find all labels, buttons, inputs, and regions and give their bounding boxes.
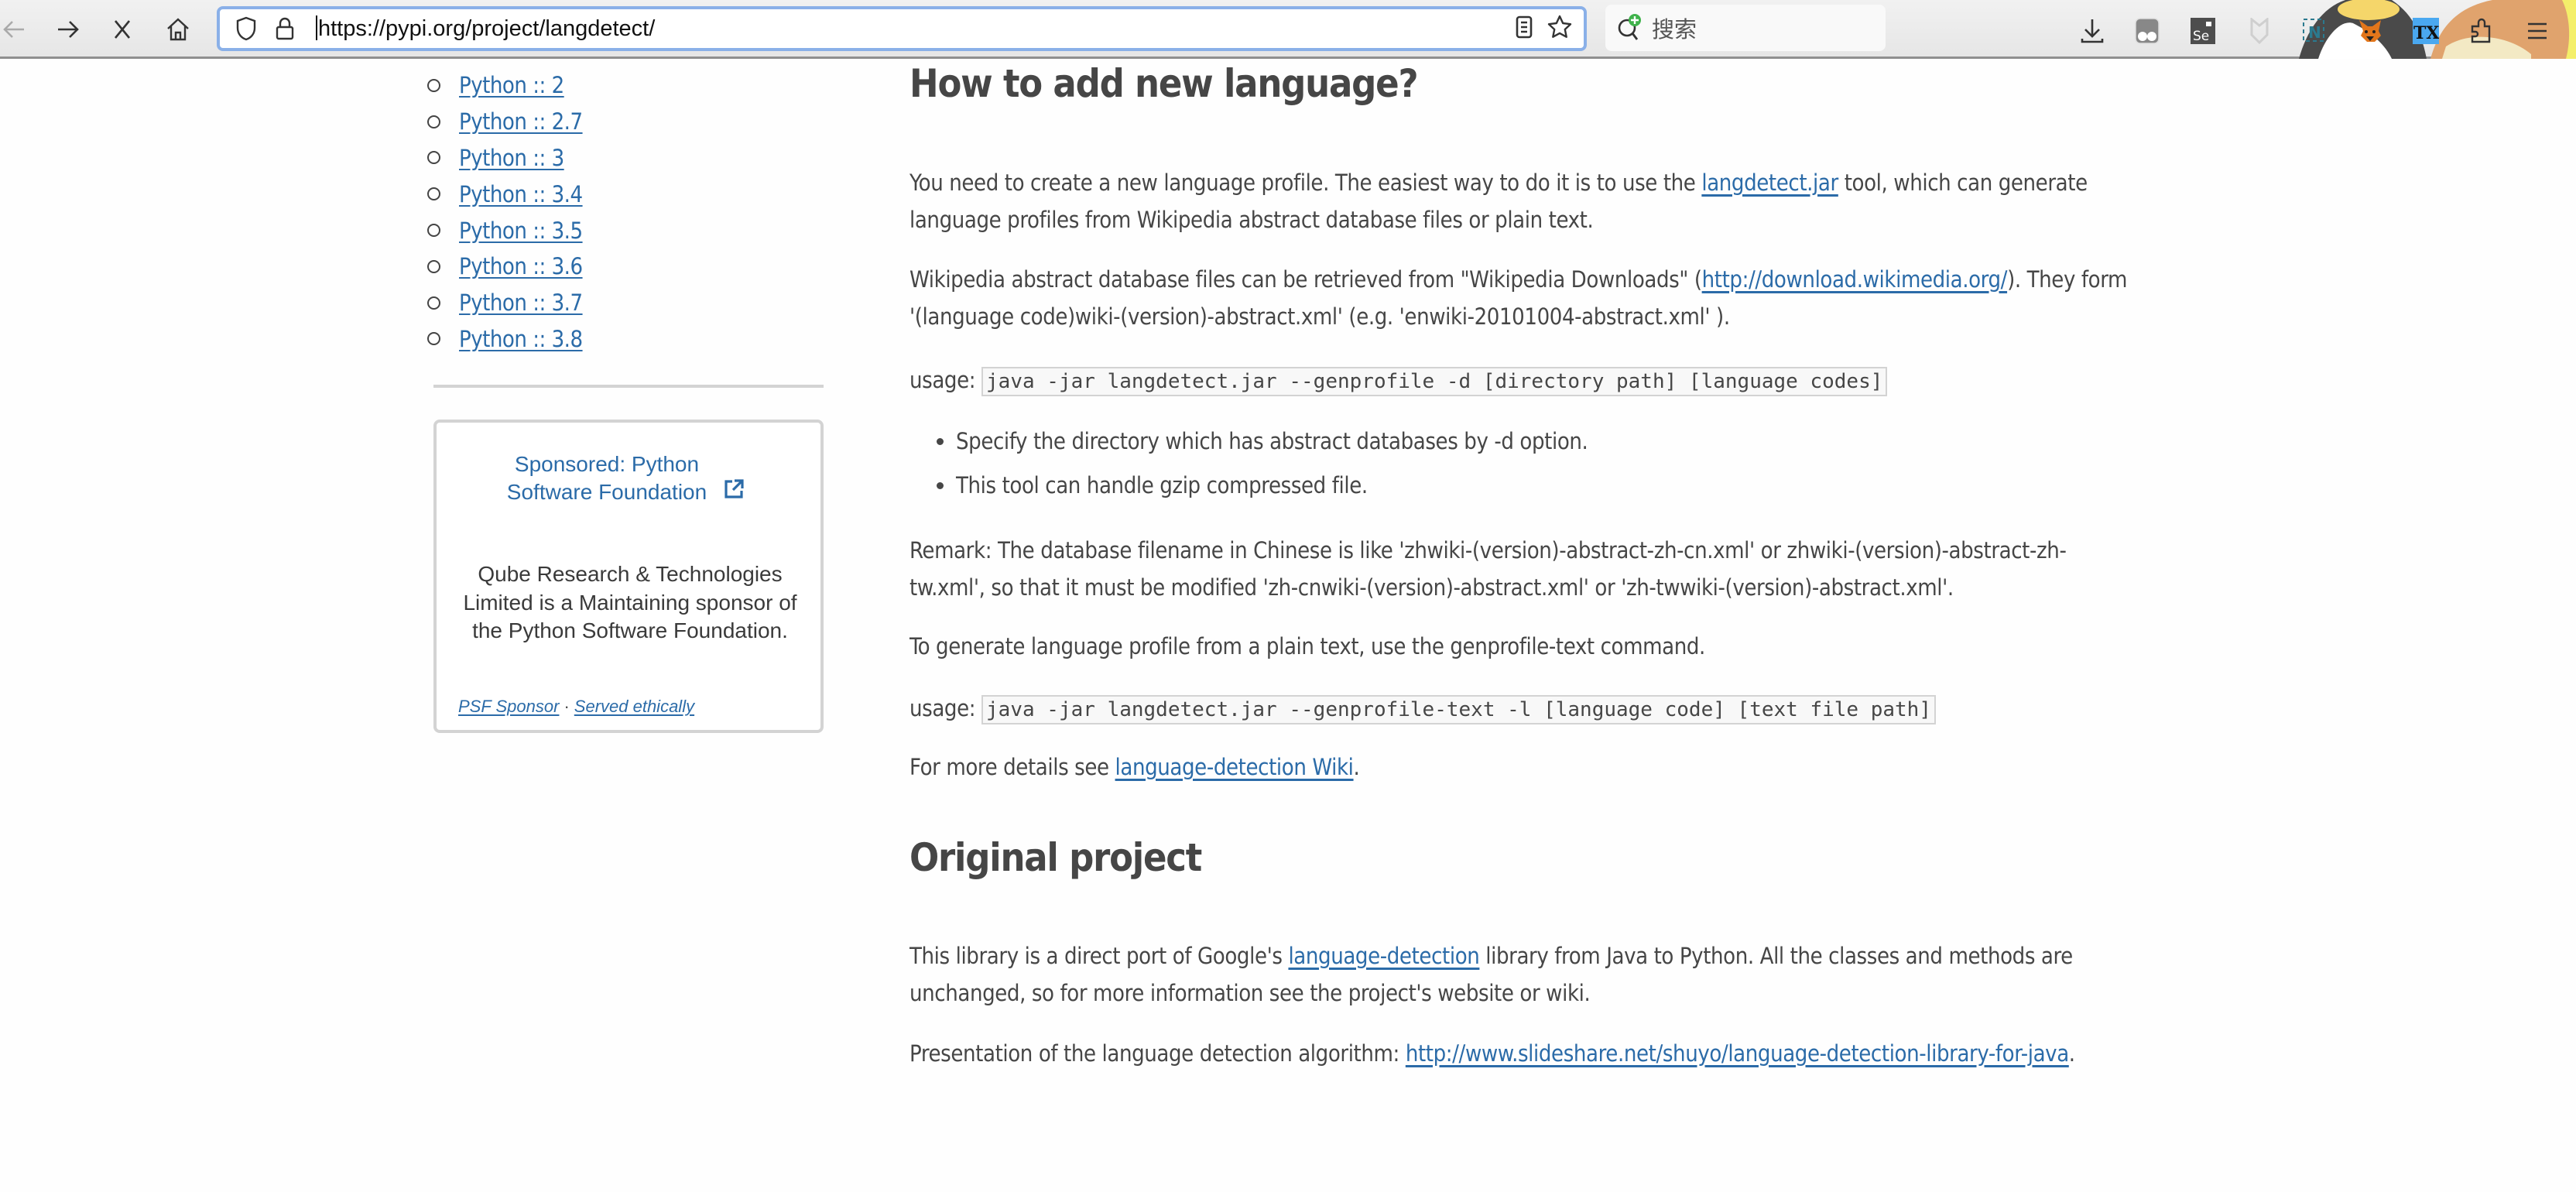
- classifier-item: Python :: 3.8: [433, 321, 583, 358]
- text: This library is a direct port of Google'…: [909, 943, 1289, 969]
- ghostery-extension-button[interactable]: [2127, 11, 2167, 51]
- extensions-icon: [2471, 18, 2491, 43]
- psf-sponsor-link[interactable]: PSF Sponsor: [458, 697, 559, 716]
- served-ethically-link[interactable]: Served ethically: [574, 697, 694, 716]
- paragraph-more-details: For more details see language-detection …: [909, 748, 2132, 786]
- text: For more details see: [909, 754, 1115, 780]
- wikimedia-download-link[interactable]: http://download.wikimedia.org/: [1702, 266, 2008, 293]
- extensions-button[interactable]: [2461, 11, 2502, 51]
- search-bar[interactable]: 搜索: [1605, 5, 1886, 51]
- metamask-extension-button[interactable]: [2350, 11, 2390, 51]
- classifier-link[interactable]: Python :: 3.8: [459, 326, 583, 352]
- usage-label: usage:: [909, 695, 982, 721]
- list-item: This tool can handle gzip compressed fil…: [956, 464, 1588, 508]
- code-genprofile-text-command: java -jar langdetect.jar --genprofile-te…: [981, 695, 1936, 724]
- back-icon: [3, 21, 24, 38]
- privacy-extension-button[interactable]: [2239, 11, 2280, 51]
- selenium-ide-extension-button[interactable]: Se: [2183, 11, 2223, 51]
- nimbus-extension-icon: N: [2303, 19, 2324, 42]
- text: .: [2068, 1040, 2075, 1067]
- sponsor-description: Qube Research & Technologies Limited is …: [463, 562, 797, 642]
- langdetect-jar-link[interactable]: langdetect.jar: [1701, 170, 1838, 196]
- browser-toolbar: https://pypi.org/project/langdetect/ 搜索: [0, 0, 2576, 59]
- tracking-protection-shield-icon[interactable]: [228, 10, 265, 47]
- paragraph-wikipedia-downloads: Wikipedia abstract database files can be…: [909, 261, 2132, 335]
- url-text[interactable]: https://pypi.org/project/langdetect/: [316, 15, 1512, 42]
- usage-label: usage:: [909, 367, 982, 393]
- classifier-item: Python :: 3.4: [433, 176, 583, 212]
- home-button[interactable]: [158, 9, 198, 50]
- classifier-item: Python :: 3.7: [433, 285, 583, 321]
- classifier-link[interactable]: Python :: 2.7: [459, 108, 583, 135]
- paragraph-direct-port: This library is a direct port of Google'…: [909, 937, 2132, 1012]
- text: Wikipedia abstract database files can be…: [909, 266, 1702, 293]
- page-viewport: Python :: 2 Python :: 2.7 Python :: 3 Py…: [0, 61, 2576, 1192]
- url-bar[interactable]: https://pypi.org/project/langdetect/: [217, 6, 1587, 51]
- svg-text:N: N: [2308, 23, 2321, 42]
- ghostery-extension-icon: [2135, 18, 2160, 44]
- sponsor-title-link[interactable]: Sponsored: Python Software Foundation: [506, 450, 707, 506]
- classifier-item: Python :: 2: [433, 67, 583, 104]
- selenium-ide-extension-icon: Se: [2191, 18, 2215, 44]
- app-menu-button[interactable]: [2517, 11, 2557, 51]
- classifier-link[interactable]: Python :: 3.6: [459, 253, 583, 279]
- text: .: [1353, 754, 1360, 780]
- metamask-extension-icon: [2359, 20, 2381, 42]
- sponsor-box: Sponsored: Python Software Foundation Qu…: [433, 420, 824, 733]
- genprofile-notes-list: Specify the directory which has abstract…: [956, 420, 1588, 508]
- classifier-item: Python :: 3.5: [433, 212, 583, 248]
- usage-genprofile: usage: java -jar langdetect.jar --genpro…: [909, 361, 2132, 400]
- sidebar-divider: [433, 385, 824, 388]
- privacy-extension-icon: [2250, 18, 2269, 44]
- classifier-link[interactable]: Python :: 3.5: [459, 218, 583, 244]
- svg-text:Se: Se: [2193, 29, 2209, 44]
- classifier-item: Python :: 3.6: [433, 248, 583, 285]
- nimbus-extension-button[interactable]: N: [2294, 11, 2334, 51]
- code-genprofile-command: java -jar langdetect.jar --genprofile -d…: [981, 367, 1888, 396]
- classifier-list: Python :: 2 Python :: 2.7 Python :: 3 Py…: [433, 67, 583, 357]
- download-icon: [2081, 19, 2104, 43]
- slideshare-presentation-link[interactable]: http://www.slideshare.net/shuyo/language…: [1406, 1040, 2069, 1067]
- stop-button[interactable]: [102, 9, 142, 50]
- classifier-link[interactable]: Python :: 3.4: [459, 181, 583, 207]
- forward-button[interactable]: [48, 9, 88, 50]
- usage-genprofile-text: usage: java -jar langdetect.jar --genpro…: [909, 690, 2132, 728]
- search-input[interactable]: 搜索: [1652, 12, 1697, 44]
- text: You need to create a new language profil…: [909, 170, 1702, 196]
- downloads-button[interactable]: [2072, 11, 2112, 51]
- menu-icon: [2528, 22, 2547, 39]
- separator: ·: [564, 697, 570, 716]
- search-engine-icon[interactable]: [1616, 12, 1644, 43]
- classifier-link[interactable]: Python :: 3: [459, 145, 564, 171]
- reader-view-icon[interactable]: [1512, 14, 1536, 44]
- text: Presentation of the language detection a…: [909, 1040, 1406, 1067]
- heading-original-project: Original project: [909, 835, 1202, 880]
- paragraph-presentation: Presentation of the language detection a…: [909, 1035, 2132, 1072]
- external-link-icon[interactable]: [723, 478, 745, 500]
- classifier-item: Python :: 3: [433, 140, 583, 176]
- classifier-item: Python :: 2.7: [433, 104, 583, 140]
- bookmark-star-icon[interactable]: [1547, 14, 1573, 44]
- list-item: Specify the directory which has abstract…: [956, 420, 1588, 464]
- paragraph-create-profile: You need to create a new language profil…: [909, 164, 2132, 238]
- forward-icon: [58, 21, 79, 38]
- translate-tx-extension-button[interactable]: TX: [2406, 11, 2446, 51]
- heading-how-to-add-language: How to add new language?: [909, 61, 1419, 106]
- paragraph-plain-text: To generate language profile from a plai…: [909, 633, 1705, 659]
- back-button[interactable]: [0, 9, 34, 50]
- language-detection-link[interactable]: language-detection: [1288, 943, 1479, 969]
- sponsor-footer: PSF Sponsor · Served ethically: [458, 697, 694, 717]
- svg-text:TX: TX: [2413, 23, 2439, 43]
- home-icon: [167, 18, 189, 41]
- lock-icon[interactable]: [266, 10, 303, 47]
- stop-icon: [114, 20, 131, 39]
- classifier-link[interactable]: Python :: 2: [459, 72, 564, 98]
- classifier-link[interactable]: Python :: 3.7: [459, 289, 583, 316]
- paragraph-remark-chinese: Remark: The database filename in Chinese…: [909, 537, 2067, 601]
- translate-tx-extension-icon: TX: [2413, 18, 2439, 44]
- language-detection-wiki-link[interactable]: language-detection Wiki: [1115, 754, 1354, 780]
